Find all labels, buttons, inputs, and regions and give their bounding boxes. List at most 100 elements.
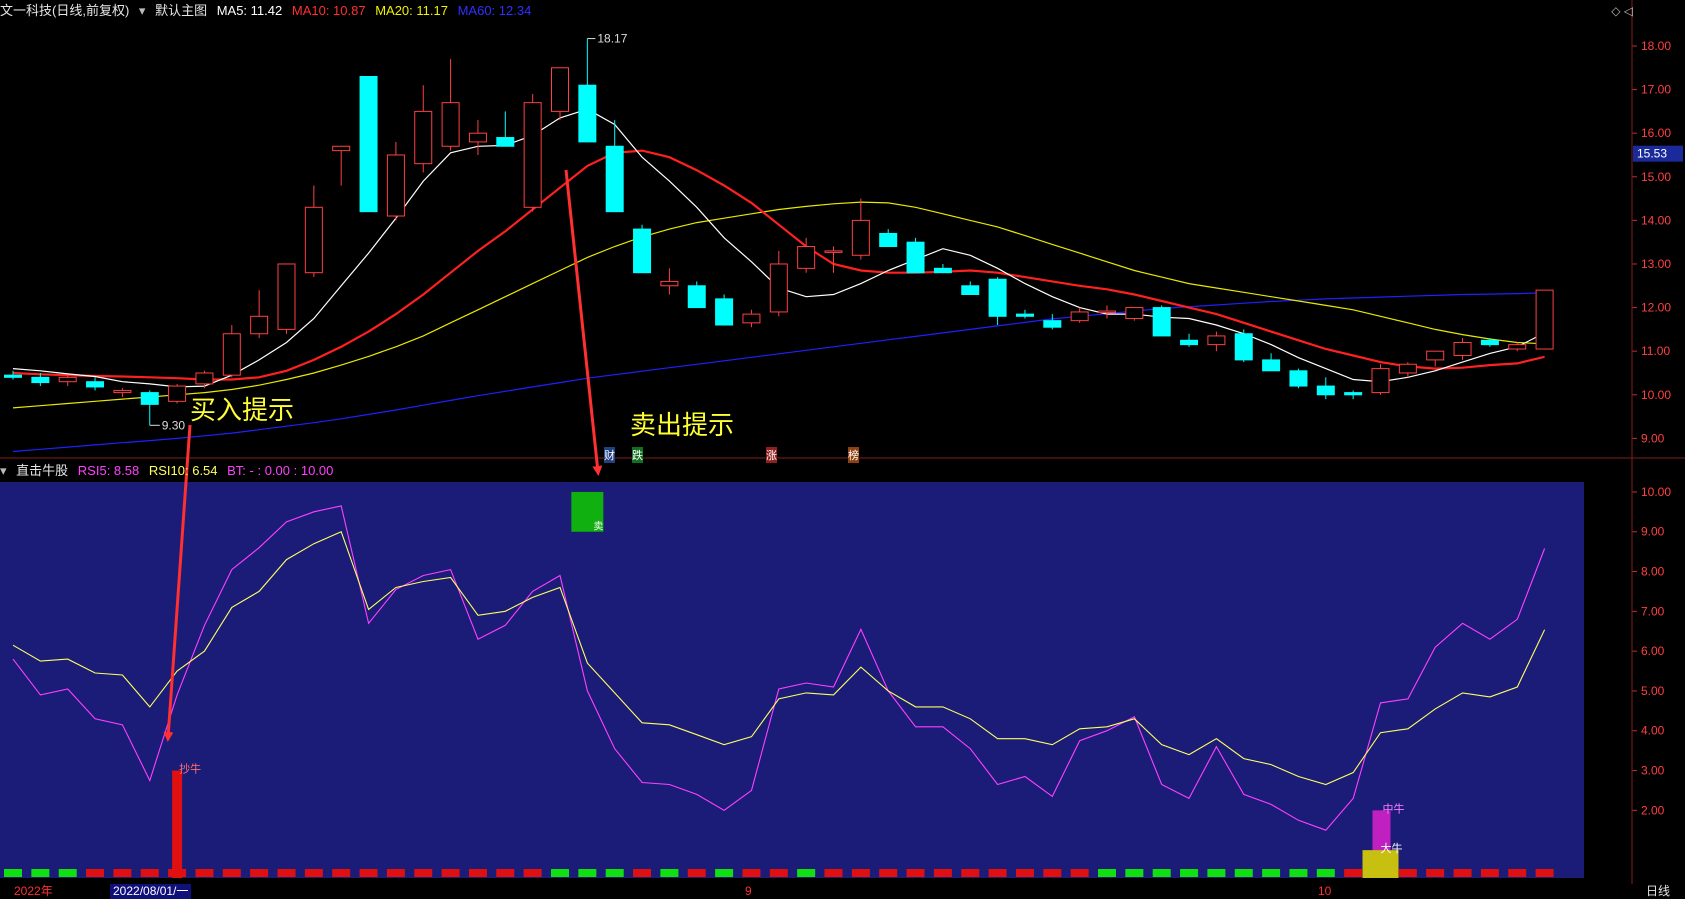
signal-cell: [769, 869, 788, 877]
signal-cell: [304, 869, 323, 877]
price-tick-label: 14.00: [1641, 213, 1671, 227]
candle-up: [222, 333, 241, 376]
signal-cell: [468, 869, 487, 877]
signal-cell: [851, 869, 870, 877]
candle-up: [1098, 310, 1116, 314]
signal-cell: [1043, 869, 1062, 877]
signal-cell: [277, 869, 296, 877]
candle-up: [1508, 344, 1527, 350]
price-tick-label: 9.00: [1641, 431, 1665, 445]
candle-down: [1015, 313, 1034, 317]
signal-cell: [551, 869, 569, 877]
indicator-panel[interactable]: 10.00 9.00 8.00 7.00 6.00 5.00 4.00 3.00 2.00 卖抄牛…: [0, 482, 1671, 878]
indicator-tick-label: 6.00: [1641, 644, 1665, 658]
candle-down: [906, 241, 925, 274]
ma60-label: MA60: 12.34: [457, 3, 532, 18]
signal-cell: [1426, 869, 1445, 877]
candle-down: [1234, 333, 1253, 361]
current-price-text: 15.53: [1637, 147, 1667, 161]
candle-up: [1125, 307, 1144, 319]
ma5-label: MA5: 11.42: [216, 3, 283, 18]
candle-down: [496, 137, 515, 147]
triangle-left-icon[interactable]: ◁: [1624, 4, 1633, 18]
candle-up: [551, 67, 569, 112]
candle-up: [168, 385, 187, 402]
chart-menu[interactable]: 默认主图: [155, 3, 207, 18]
candle-up: [769, 263, 788, 313]
signal-cell: [1262, 869, 1281, 877]
candle-down: [879, 232, 898, 248]
signal-cell: [386, 869, 405, 877]
candle-down: [140, 392, 159, 405]
month-10-label: 10: [1318, 884, 1332, 898]
indicator-tick-label: 3.00: [1641, 764, 1665, 778]
price-tick-label: 13.00: [1641, 257, 1671, 271]
cursor-date: 2022/08/01/一: [110, 884, 192, 899]
candle-up: [1398, 363, 1417, 374]
candle-down: [715, 298, 734, 326]
indicator-tick-label: 2.00: [1641, 803, 1665, 817]
event-tag-fall[interactable]: 跌: [632, 447, 643, 463]
price-tick-label: 16.00: [1641, 126, 1671, 140]
signal-cell: [742, 869, 761, 877]
signal-cell: [113, 869, 132, 877]
event-tag-finance[interactable]: 财: [604, 447, 615, 463]
chart-menu-icon[interactable]: ▾: [139, 3, 146, 18]
candle-up: [797, 246, 816, 269]
signal-cell: [86, 869, 105, 877]
candle-up: [113, 389, 132, 394]
signal-cell: [715, 869, 734, 877]
rsi5-label: RSI5: 8.58: [77, 463, 140, 478]
month-9-label: 9: [745, 884, 752, 898]
buy-hint-annotation: 买入提示: [190, 396, 295, 426]
buy-signal-label: 抄牛: [179, 762, 201, 776]
candle-up: [250, 315, 269, 335]
signal-cell: [332, 869, 351, 877]
signal-cell: [633, 869, 652, 877]
candle-up: [824, 250, 843, 253]
signal-cell: [961, 869, 980, 877]
candle-up: [58, 376, 77, 383]
candle-up: [277, 263, 296, 330]
candle-up: [386, 154, 405, 217]
period-button[interactable]: 日线: [1646, 884, 1670, 899]
price-tick-label: 18.00: [1641, 39, 1671, 53]
low-marker-label: 9.30: [162, 418, 186, 432]
event-tag-rise[interactable]: 涨: [766, 447, 777, 463]
price-tick-label: 10.00: [1641, 388, 1671, 402]
candle-down: [578, 84, 597, 143]
indicator-name[interactable]: 直击牛股: [16, 463, 68, 478]
candle-up: [1371, 368, 1390, 394]
indicator-menu-icon[interactable]: ▾: [0, 463, 7, 478]
signal-cell: [933, 869, 952, 877]
diamond-icon[interactable]: ◇: [1611, 4, 1620, 18]
indicator-background: [0, 482, 1584, 878]
main-chart-header: 文一科技(日线,前复权) ▾ 默认主图 MA5: 11.42 MA10: 10.…: [0, 0, 537, 22]
signal-cell: [1180, 869, 1199, 877]
candle-down: [4, 374, 22, 378]
signal-cell: [988, 869, 1007, 877]
signal-cell: [578, 869, 597, 877]
signal-cell: [1508, 869, 1527, 877]
signal-cell: [1316, 869, 1335, 877]
candle-up: [1207, 335, 1226, 346]
signal-cell: [1207, 869, 1226, 877]
signal-cell: [140, 869, 159, 877]
candle-up: [332, 145, 351, 152]
event-tag-list[interactable]: 榜: [848, 447, 859, 463]
candle-down: [1043, 320, 1062, 328]
signal-cell: [1152, 869, 1171, 877]
signal-cell: [660, 869, 679, 877]
stock-title[interactable]: 文一科技(日线,前复权): [0, 3, 129, 18]
signal-cell: [250, 869, 269, 877]
candle-up: [441, 102, 460, 147]
candle-up: [523, 102, 542, 208]
candle-down: [1289, 370, 1308, 387]
big-bull-label: 大牛: [1381, 841, 1403, 855]
signal-cell: [1070, 869, 1089, 877]
signal-cell: [1344, 869, 1363, 877]
candle-down: [1180, 339, 1199, 346]
candle-down: [988, 278, 1007, 317]
year-label: 2022年: [14, 884, 53, 898]
candle-up: [195, 372, 214, 385]
